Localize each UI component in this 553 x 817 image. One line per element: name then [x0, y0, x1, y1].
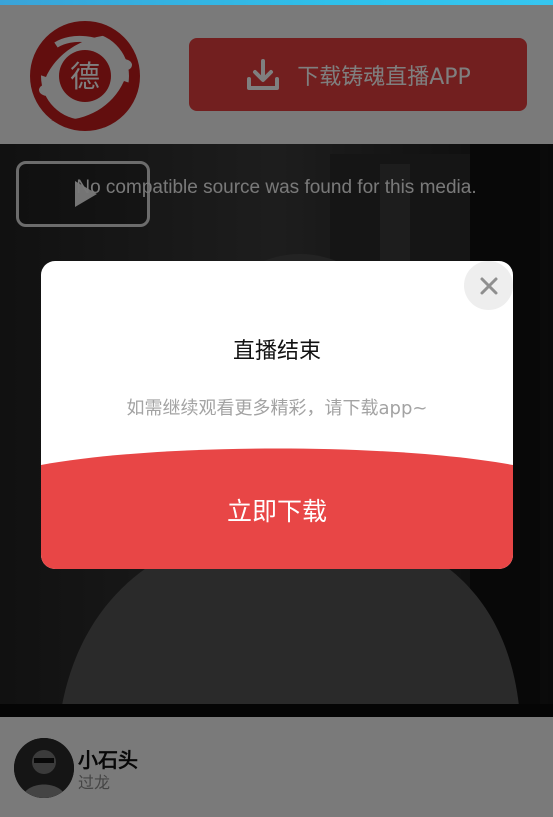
dialog-message: 如需继续观看更多精彩，请下载app~	[126, 398, 428, 419]
top-progress-bar	[0, 0, 553, 5]
stream-ended-dialog: 直播结束 如需继续观看更多精彩，请下载app~ 立即下载	[41, 261, 513, 569]
dialog-title: 直播结束	[232, 339, 321, 364]
download-now-button[interactable]: 立即下载	[41, 447, 513, 569]
close-icon	[480, 277, 497, 294]
close-button[interactable]	[464, 261, 513, 310]
download-now-label: 立即下载	[226, 497, 327, 526]
